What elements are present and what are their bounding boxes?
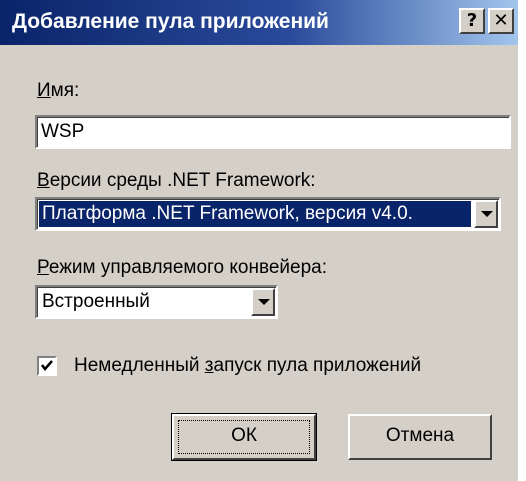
name-label-hotkey: И (37, 80, 51, 101)
chevron-down-icon (481, 211, 493, 217)
framework-dropdown-button[interactable] (474, 200, 498, 228)
start-immediately-checkbox[interactable] (37, 356, 57, 376)
ok-button-label: ОК (231, 425, 257, 446)
start-label-before: Немедленный (74, 355, 205, 376)
checkmark-icon (41, 360, 53, 371)
ok-button[interactable]: ОК (171, 413, 317, 461)
start-label-hotkey: з (204, 355, 214, 376)
close-button[interactable]: ✕ (488, 8, 514, 34)
pipeline-label-hotkey: Р (37, 257, 49, 278)
help-icon: ? (466, 10, 478, 31)
pipeline-dropdown-button[interactable] (251, 288, 275, 316)
pipeline-mode-select[interactable]: Встроенный (35, 285, 278, 319)
title-bar[interactable]: Добавление пула приложений ? ✕ (0, 0, 526, 45)
framework-version-value: Платформа .NET Framework, версия v4.0. (39, 201, 471, 227)
framework-version-select[interactable]: Платформа .NET Framework, версия v4.0. (35, 197, 501, 231)
start-label-after: апуск пула приложений (213, 355, 422, 376)
name-input[interactable]: WSP (35, 115, 511, 149)
cancel-button-label: Отмена (385, 425, 455, 446)
pipeline-label: Режим управляемого конвейера: (37, 257, 327, 279)
framework-label: Версии среды .NET Framework: (37, 170, 316, 192)
close-icon: ✕ (493, 10, 509, 31)
framework-label-text: ерсии среды .NET Framework: (49, 170, 316, 191)
window-title: Добавление пула приложений (12, 10, 329, 33)
help-button[interactable]: ? (459, 8, 485, 34)
framework-label-hotkey: В (37, 170, 50, 191)
start-immediately-label[interactable]: Немедленный запуск пула приложений (74, 355, 421, 377)
background-edge (518, 0, 526, 481)
name-label-text: мя: (50, 80, 80, 101)
chevron-down-icon (258, 299, 270, 305)
add-app-pool-dialog: Добавление пула приложений ? ✕ Имя: WSP … (0, 0, 526, 481)
name-label: Имя: (37, 80, 79, 102)
pipeline-mode-value: Встроенный (42, 291, 150, 312)
cancel-button[interactable]: Отмена (348, 414, 492, 460)
pipeline-label-text: ежим управляемого конвейера: (48, 257, 327, 278)
